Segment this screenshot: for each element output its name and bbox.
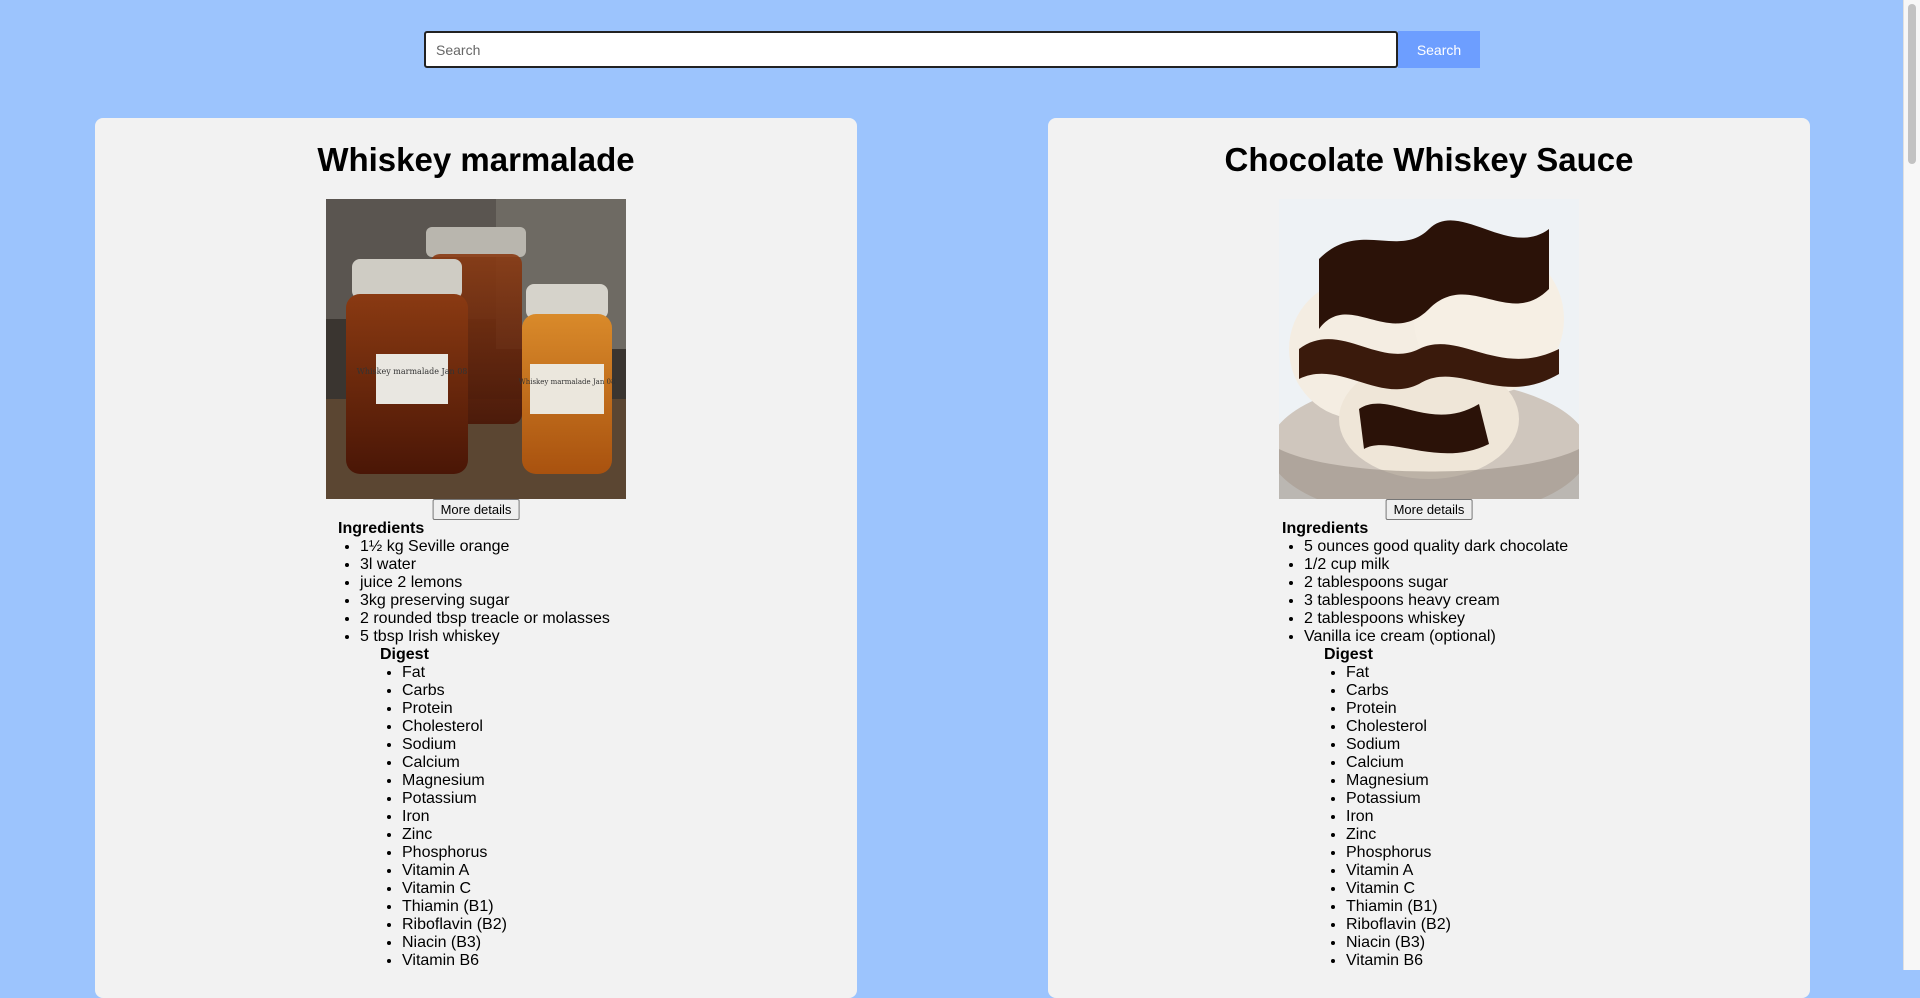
search-input[interactable] (424, 31, 1398, 68)
digest-item: Riboflavin (B2) (1346, 916, 1568, 934)
digest-item: Vitamin A (1346, 862, 1568, 880)
ingredient-item: 3kg preserving sugar (360, 592, 610, 610)
digest-item: Niacin (B3) (402, 934, 610, 952)
digest-heading: Digest (380, 646, 429, 663)
digest-section: Digest Fat Carbs Protein Cholesterol Sod… (1282, 646, 1568, 970)
more-details-button[interactable]: More details (1385, 499, 1473, 520)
digest-item: Riboflavin (B2) (402, 916, 610, 934)
recipe-card: Whiskey marmalade Whiskey marmalade Jan … (95, 118, 857, 998)
digest-item: Carbs (1346, 682, 1568, 700)
digest-list: Fat Carbs Protein Cholesterol Sodium Cal… (1324, 664, 1568, 970)
digest-item: Cholesterol (402, 718, 610, 736)
recipe-title: Chocolate Whiskey Sauce (1224, 141, 1634, 178)
ingredient-item: 2 tablespoons sugar (1304, 574, 1568, 592)
digest-item: Thiamin (B1) (402, 898, 610, 916)
ingredients-section: Ingredients 1½ kg Seville orange 3l wate… (338, 520, 610, 970)
recipe-card: Chocolate Whiskey Sauce More details Ing… (1048, 118, 1810, 998)
search-bar: Search (424, 31, 1480, 68)
recipe-title: Whiskey marmalade (317, 141, 635, 178)
digest-item: Cholesterol (1346, 718, 1568, 736)
digest-item: Phosphorus (1346, 844, 1568, 862)
digest-list: Fat Carbs Protein Cholesterol Sodium Cal… (380, 664, 610, 970)
ingredients-list: 5 ounces good quality dark chocolate 1/2… (1282, 538, 1568, 646)
ingredients-heading: Ingredients (338, 520, 425, 537)
digest-item: Vitamin B6 (402, 952, 610, 970)
digest-item: Phosphorus (402, 844, 610, 862)
ingredient-item: 2 tablespoons whiskey (1304, 610, 1568, 628)
digest-item: Calcium (1346, 754, 1568, 772)
digest-item: Potassium (402, 790, 610, 808)
page-scrollbar[interactable] (1903, 0, 1920, 970)
scrollbar-thumb[interactable] (1908, 4, 1916, 164)
digest-item: Iron (1346, 808, 1568, 826)
digest-item: Protein (402, 700, 610, 718)
digest-item: Magnesium (402, 772, 610, 790)
digest-item: Carbs (402, 682, 610, 700)
ingredient-item: juice 2 lemons (360, 574, 610, 592)
ingredient-item: Vanilla ice cream (optional) (1304, 628, 1568, 646)
recipe-image (1279, 199, 1579, 499)
ingredient-item: 3 tablespoons heavy cream (1304, 592, 1568, 610)
more-details-button[interactable]: More details (432, 499, 520, 520)
jar-label-text: Whiskey marmalade Jan 08 (357, 367, 468, 376)
ingredients-section: Ingredients 5 ounces good quality dark c… (1282, 520, 1568, 970)
ingredient-item: 5 tbsp Irish whiskey (360, 628, 610, 646)
digest-item: Fat (1346, 664, 1568, 682)
digest-item: Sodium (402, 736, 610, 754)
digest-item: Magnesium (1346, 772, 1568, 790)
digest-item: Vitamin A (402, 862, 610, 880)
digest-item: Thiamin (B1) (1346, 898, 1568, 916)
digest-item: Zinc (402, 826, 610, 844)
digest-item: Zinc (1346, 826, 1568, 844)
ingredients-heading: Ingredients (1282, 520, 1369, 537)
ingredients-list: 1½ kg Seville orange 3l water juice 2 le… (338, 538, 610, 646)
digest-item: Vitamin C (402, 880, 610, 898)
digest-item: Niacin (B3) (1346, 934, 1568, 952)
digest-item: Sodium (1346, 736, 1568, 754)
digest-item: Vitamin C (1346, 880, 1568, 898)
digest-item: Protein (1346, 700, 1568, 718)
jar-label-text: Whiskey marmalade Jan 08 (519, 378, 616, 386)
digest-section: Digest Fat Carbs Protein Cholesterol Sod… (338, 646, 610, 970)
digest-item: Fat (402, 664, 610, 682)
search-button[interactable]: Search (1398, 31, 1480, 68)
ingredient-item: 1/2 cup milk (1304, 556, 1568, 574)
ingredient-item: 1½ kg Seville orange (360, 538, 610, 556)
digest-item: Iron (402, 808, 610, 826)
recipe-image: Whiskey marmalade Jan 08 Whiskey marmala… (326, 199, 626, 499)
digest-item: Calcium (402, 754, 610, 772)
ingredient-item: 5 ounces good quality dark chocolate (1304, 538, 1568, 556)
ingredient-item: 2 rounded tbsp treacle or molasses (360, 610, 610, 628)
digest-heading: Digest (1324, 646, 1373, 663)
ingredient-item: 3l water (360, 556, 610, 574)
digest-item: Potassium (1346, 790, 1568, 808)
digest-item: Vitamin B6 (1346, 952, 1568, 970)
